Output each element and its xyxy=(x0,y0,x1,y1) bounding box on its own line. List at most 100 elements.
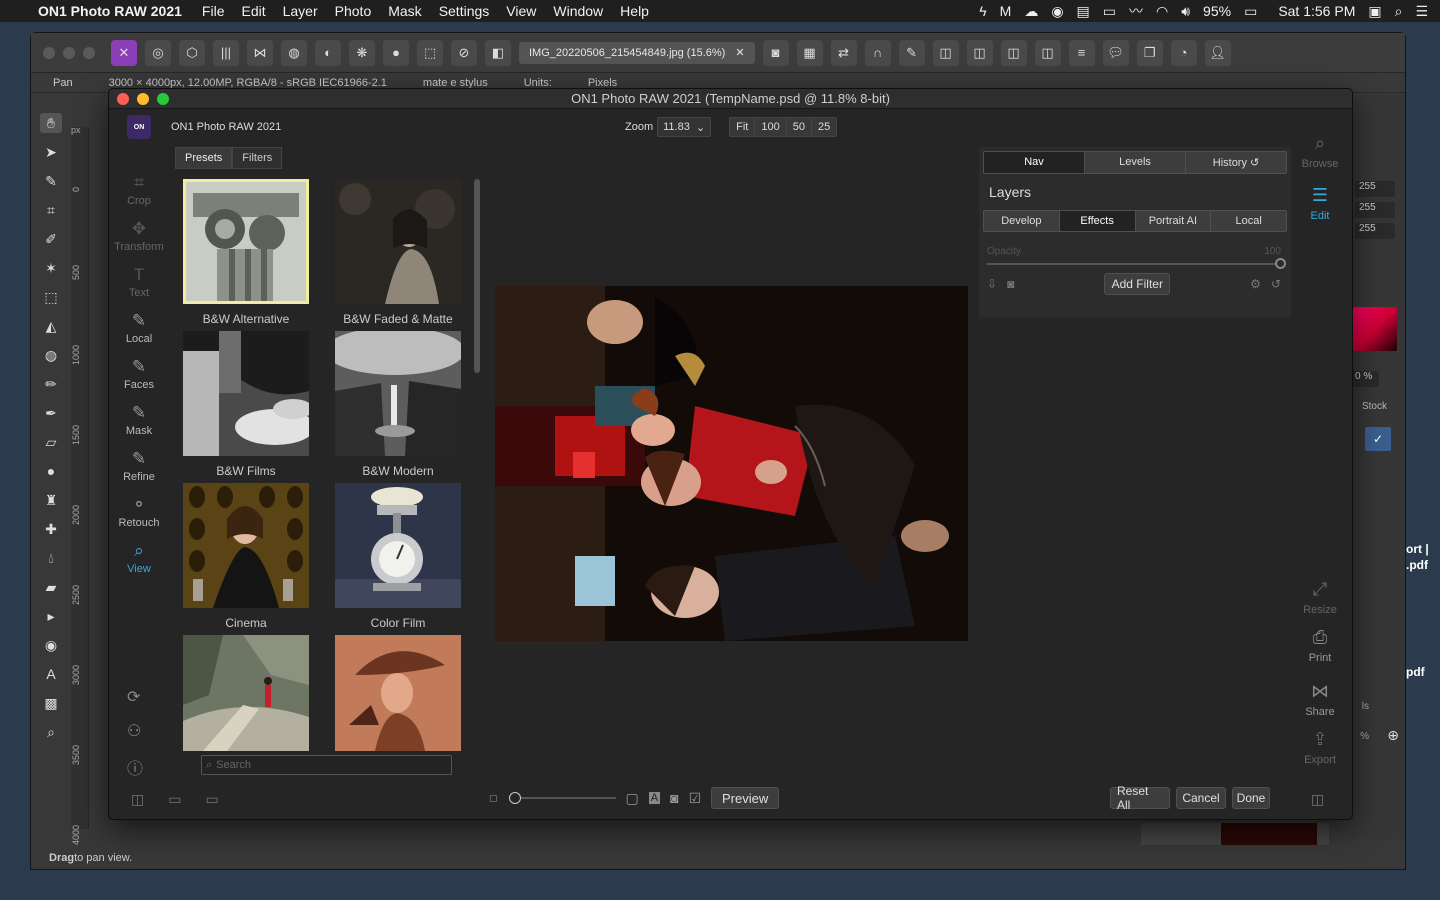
circle-mask-icon[interactable]: ◙ xyxy=(670,790,678,806)
done-button[interactable]: Done xyxy=(1232,787,1270,809)
preset-bw-alternative[interactable]: B&W Alternative xyxy=(183,179,309,331)
spotlight-search-icon[interactable]: ⌕ xyxy=(1395,3,1403,20)
zoom-100-button[interactable]: 100 xyxy=(755,118,787,136)
window-icon[interactable]: ❐ xyxy=(1136,39,1163,66)
reset-all-button[interactable]: Reset All xyxy=(1110,784,1170,812)
zoom-tool-icon[interactable]: ⌕ xyxy=(40,722,62,742)
presets-scrollbar[interactable] xyxy=(474,179,480,373)
tab-local[interactable]: Local xyxy=(1211,211,1286,231)
browse-button[interactable]: ⌕ Browse xyxy=(1295,133,1345,170)
module-crop[interactable]: ⌗ Crop xyxy=(111,167,167,213)
zoom-select[interactable]: 11.83 ⌄ xyxy=(657,117,712,137)
calendar-icon[interactable]: ▣ xyxy=(1368,3,1381,20)
hand-tool-icon[interactable]: ✋︎ xyxy=(40,113,62,133)
panel-toggle-icon[interactable]: ◫ xyxy=(131,791,144,808)
tab-develop[interactable]: Develop xyxy=(984,211,1060,231)
mask-icon[interactable]: ◙ xyxy=(1007,277,1014,291)
menu-edit[interactable]: Edit xyxy=(241,3,265,19)
battery-icon[interactable]: ▭ xyxy=(1244,3,1257,20)
module-mask[interactable]: ✎ Mask xyxy=(111,397,167,443)
settings-gear-icon[interactable]: ⚙ xyxy=(1250,277,1261,291)
bandage-tool-icon[interactable]: ▰ xyxy=(40,577,62,597)
square-icon[interactable]: ▢ xyxy=(626,790,639,807)
blur-tool-icon[interactable]: ● xyxy=(40,461,62,481)
invert-icon[interactable]: ◧ xyxy=(485,39,511,66)
chat-icon[interactable]: 💬︎ xyxy=(1102,39,1129,66)
airplay-icon[interactable]: ▭ xyxy=(1103,3,1116,20)
color-picker-swatch[interactable] xyxy=(1353,307,1397,351)
menu-layer[interactable]: Layer xyxy=(283,3,318,19)
menu-photo[interactable]: Photo xyxy=(335,3,372,19)
opacity-percent[interactable]: 0 % xyxy=(1351,371,1379,387)
control-center-icon[interactable]: ☰ xyxy=(1415,3,1428,20)
slider-knob[interactable] xyxy=(508,792,521,804)
opacity-slider[interactable] xyxy=(987,258,1286,269)
help-icon[interactable]: ⓘ xyxy=(127,755,143,779)
module-transform[interactable]: ✥ Transform xyxy=(111,213,167,259)
selection-tool-icon[interactable]: ⬚ xyxy=(40,287,62,307)
stylus-mode[interactable]: mate e stylus xyxy=(423,77,488,89)
focus-icon[interactable]: ◉ xyxy=(1051,3,1063,20)
color-tool-icon[interactable]: ◍ xyxy=(40,345,62,365)
arrange-4-icon[interactable]: ◫ xyxy=(1034,39,1061,66)
arrange-3-icon[interactable]: ◫ xyxy=(1000,39,1027,66)
preset-bw-faded-matte[interactable]: B&W Faded & Matte xyxy=(335,179,461,331)
contrast-icon[interactable]: ◐ xyxy=(315,39,341,66)
menu-settings[interactable]: Settings xyxy=(439,3,490,19)
host-close-button[interactable] xyxy=(43,46,55,59)
eraser-tool-icon[interactable]: ▱ xyxy=(40,432,62,452)
tab-levels[interactable]: Levels xyxy=(1085,152,1186,173)
pen-icon[interactable]: ✎ xyxy=(898,39,925,66)
desktop-file-label-2[interactable]: .pdf xyxy=(1406,558,1428,572)
text-box-icon[interactable]: A xyxy=(648,792,661,804)
printer-icon[interactable]: ▤ xyxy=(1077,3,1090,20)
hex-tool-icon[interactable]: ⬡ xyxy=(179,39,205,66)
save-preset-icon[interactable]: ⇩ xyxy=(987,277,997,291)
swap-icon[interactable]: ⇄ xyxy=(830,39,857,66)
grid-icon[interactable]: ▦ xyxy=(796,39,823,66)
smudge-tool-icon[interactable]: ✒ xyxy=(40,403,62,423)
module-local[interactable]: ✎ Local xyxy=(111,305,167,351)
menu-help[interactable]: Help xyxy=(620,3,649,19)
pie-icon[interactable]: ◔ xyxy=(1170,39,1197,66)
dialog-zoom-button[interactable] xyxy=(157,93,169,105)
tab-nav[interactable]: Nav xyxy=(984,152,1085,173)
color-wheel-icon[interactable]: ◍ xyxy=(281,39,307,66)
module-retouch[interactable]: ⚬ Retouch xyxy=(111,489,167,535)
type-tool-icon[interactable]: A xyxy=(40,664,62,684)
menu-file[interactable]: File xyxy=(202,3,225,19)
print-button[interactable]: ⎙ Print xyxy=(1295,627,1345,664)
filmstrip-icon[interactable]: ▭ xyxy=(205,791,218,808)
no-selection-icon[interactable]: ⊘ xyxy=(451,39,477,66)
blue-value[interactable]: 255 xyxy=(1355,223,1395,239)
stamp-tool-icon[interactable]: ♜ xyxy=(40,490,62,510)
m-app-icon[interactable]: M xyxy=(1000,3,1012,19)
dialog-titlebar[interactable]: ON1 Photo RAW 2021 (TempName.psd @ 11.8%… xyxy=(109,89,1352,109)
crop-tool-icon[interactable]: ⌗ xyxy=(40,200,62,220)
shape-tool-icon[interactable]: ◉ xyxy=(40,635,62,655)
tab-history[interactable]: History ↺ xyxy=(1186,152,1286,173)
zoom-25-button[interactable]: 25 xyxy=(811,118,837,136)
red-value[interactable]: 255 xyxy=(1355,181,1395,197)
module-view[interactable]: ⌕ View xyxy=(111,535,167,581)
export-button[interactable]: ⇪ Export xyxy=(1295,729,1345,766)
module-text[interactable]: T Text xyxy=(111,259,167,305)
levels-tool-icon[interactable]: ||| xyxy=(213,39,239,66)
person-icon[interactable]: ⚇ xyxy=(127,721,143,741)
thumbnail-size-slider[interactable] xyxy=(508,792,616,804)
desktop-file-label-1[interactable]: ort | xyxy=(1406,542,1429,556)
green-value[interactable]: 255 xyxy=(1355,202,1395,218)
dialog-minimize-button[interactable] xyxy=(137,93,149,105)
mask-mode-icon[interactable]: ◙ xyxy=(762,39,789,66)
menu-view[interactable]: View xyxy=(506,3,536,19)
edit-button[interactable]: ☰ Edit xyxy=(1295,185,1345,222)
arrange-1-icon[interactable]: ◫ xyxy=(932,39,959,66)
tab-portrait-ai[interactable]: Portrait AI xyxy=(1135,211,1212,231)
preset-search-input[interactable]: ⌕ Search xyxy=(201,755,452,775)
app-logo-icon[interactable]: ✕ xyxy=(111,39,137,66)
heal-tool-icon[interactable]: ✚ xyxy=(40,519,62,539)
user-icon[interactable]: 👤︎ xyxy=(1204,39,1231,66)
warp-tool-icon[interactable]: ▩ xyxy=(40,693,62,713)
checkbox-icon[interactable]: ☑ xyxy=(689,790,702,807)
rgb-icon[interactable]: ❋ xyxy=(349,39,375,66)
